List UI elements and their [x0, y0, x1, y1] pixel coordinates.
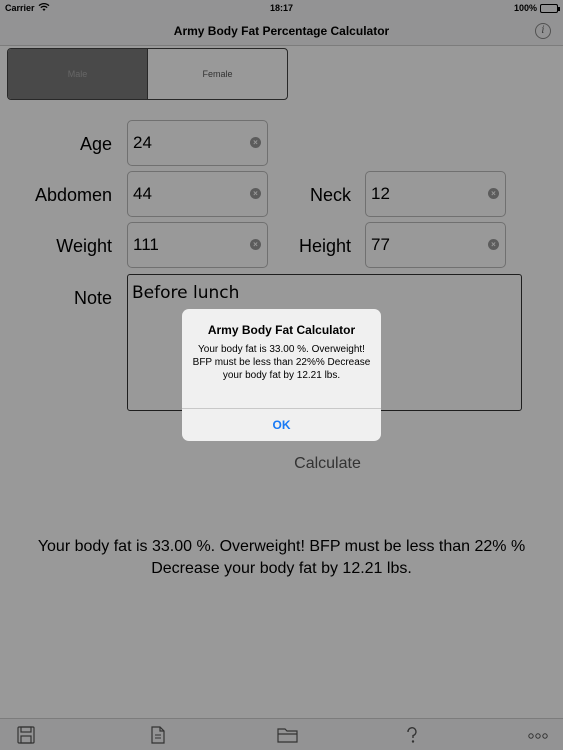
ok-button[interactable]: OK: [182, 408, 381, 441]
alert-message: Your body fat is 33.00 %. Overweight! BF…: [192, 344, 371, 381]
alert-dialog: Army Body Fat Calculator Your body fat i…: [182, 309, 381, 441]
alert-title: Army Body Fat Calculator: [207, 323, 356, 337]
